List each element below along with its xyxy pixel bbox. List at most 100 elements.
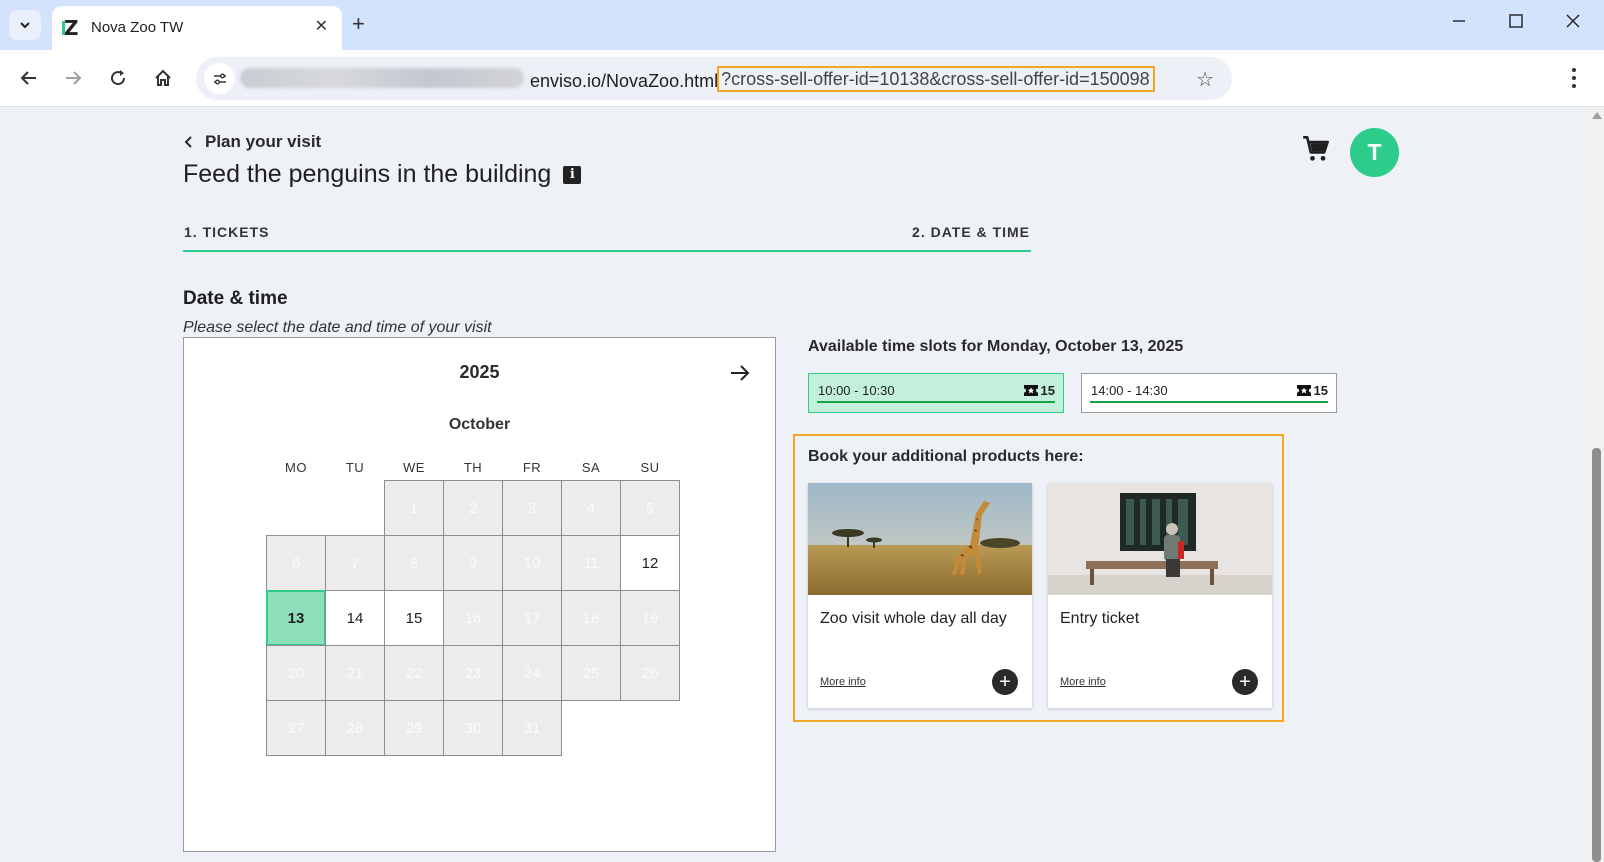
weekday-label: SU (640, 460, 660, 475)
tab-search-button[interactable] (9, 10, 41, 40)
weekday-label: MO (285, 460, 307, 475)
date-section-title: Date & time (183, 288, 288, 309)
zoo-logo-icon: Z (62, 17, 84, 39)
calendar-day-29: 29 (384, 700, 444, 756)
calendar-day-5: 5 (620, 480, 680, 536)
more-info-link[interactable]: More info (820, 676, 866, 688)
arrow-right-icon[interactable] (728, 361, 752, 390)
product-card-entry-ticket[interactable]: Entry ticket More info + (1048, 483, 1272, 708)
weekday-label: WE (403, 460, 425, 475)
calendar-day-25: 25 (561, 645, 621, 701)
calendar-month: October (448, 416, 511, 433)
browser-menu-icon[interactable] (1571, 67, 1577, 94)
calendar-day-10: 10 (502, 535, 562, 591)
more-info-link[interactable]: More info (1060, 676, 1106, 688)
calendar-day-22: 22 (384, 645, 444, 701)
browser-titlebar: Z Nova Zoo TW ✕ + (0, 0, 1604, 50)
calendar-day-2: 2 (443, 480, 503, 536)
back-to-plan-link[interactable]: Plan your visit (183, 132, 321, 152)
timeslot-1[interactable]: 10:00 - 10:30 15 (808, 373, 1064, 413)
page-scrollbar[interactable] (1589, 108, 1604, 862)
calendar-day-18: 18 (561, 590, 621, 646)
back-icon[interactable] (16, 65, 42, 91)
museum-visitor-photo (1048, 483, 1272, 595)
calendar-day-9: 9 (443, 535, 503, 591)
weekday-label: SA (581, 460, 601, 475)
calendar-day-27: 27 (266, 700, 326, 756)
calendar-day-15[interactable]: 15 (384, 590, 444, 646)
calendar-day-4: 4 (561, 480, 621, 536)
date-section-subtitle: Please select the date and time of your … (183, 319, 492, 336)
scroll-up-icon[interactable] (1592, 112, 1602, 119)
product-card-zoo-visit[interactable]: Zoo visit whole day all day More info + (808, 483, 1032, 708)
calendar-day-17: 17 (502, 590, 562, 646)
calendar-day-6: 6 (266, 535, 326, 591)
site-settings-icon[interactable] (204, 63, 235, 94)
maximize-icon[interactable] (1508, 13, 1524, 34)
ticket-icon (1023, 385, 1038, 396)
calendar-day-21: 21 (325, 645, 385, 701)
step-progress: 1. TICKETS 2. DATE & TIME (183, 222, 1031, 252)
timeslot-count: 15 (1313, 383, 1328, 398)
weekday-label: TU (345, 460, 365, 475)
calendar-day-31: 31 (502, 700, 562, 756)
calendar-day-19: 19 (620, 590, 680, 646)
timeslot-time: 14:00 - 14:30 (1091, 383, 1168, 398)
timeslot-availability-bar (817, 401, 1055, 403)
url-subdomain-blurred (240, 68, 524, 88)
plus-icon: + (1239, 671, 1251, 693)
forward-icon[interactable] (60, 65, 86, 91)
user-avatar[interactable]: T (1350, 128, 1399, 177)
calendar-day-11: 11 (561, 535, 621, 591)
step-date-time[interactable]: 2. DATE & TIME (912, 224, 1030, 240)
close-icon[interactable]: ✕ (315, 16, 328, 36)
add-product-button[interactable]: + (1232, 669, 1258, 695)
timeslot-2[interactable]: 14:00 - 14:30 15 (1081, 373, 1337, 413)
calendar-day-14[interactable]: 14 (325, 590, 385, 646)
plus-icon: + (999, 671, 1011, 693)
bookmark-star-icon[interactable]: ☆ (1196, 67, 1214, 92)
back-link-label: Plan your visit (205, 132, 322, 151)
calendar-day-28: 28 (325, 700, 385, 756)
home-icon[interactable] (150, 65, 176, 91)
page-title: Feed the penguins in the building i (183, 160, 582, 189)
calendar-day-1: 1 (384, 480, 444, 536)
weekday-label: FR (522, 460, 542, 475)
scroll-thumb[interactable] (1592, 448, 1601, 862)
reload-icon[interactable] (105, 65, 131, 91)
address-bar[interactable]: enviso.io/NovaZoo.html ?cross-sell-offer-… (196, 57, 1232, 100)
step-tickets[interactable]: 1. TICKETS (184, 224, 269, 240)
calendar-year: 2025 (459, 362, 500, 382)
new-tab-button[interactable]: + (352, 11, 365, 37)
calendar-day-20: 20 (266, 645, 326, 701)
calendar-day-16: 16 (443, 590, 503, 646)
cross-sell-heading: Book your additional products here: (808, 448, 1084, 465)
calendar-day-8: 8 (384, 535, 444, 591)
timeslot-availability-bar (1090, 401, 1328, 403)
ticket-icon (1296, 385, 1311, 396)
minimize-icon[interactable] (1451, 13, 1467, 34)
date-calendar: 2025 October MO TU WE TH FR SA SU 1 2 3 4 5 6 7 8 9 10 11… (183, 337, 776, 852)
url-query-highlight: ?cross-sell-offer-id=10138&cross-sell-of… (717, 66, 1155, 92)
add-product-button[interactable]: + (992, 669, 1018, 695)
calendar-day-12[interactable]: 12 (620, 535, 680, 591)
info-icon[interactable]: i (563, 165, 582, 184)
timeslot-time: 10:00 - 10:30 (818, 383, 895, 398)
timeslot-count: 15 (1040, 383, 1055, 398)
giraffe-savanna-photo (808, 483, 1032, 595)
window-close-icon[interactable] (1565, 13, 1581, 34)
product-name: Zoo visit whole day all day (820, 610, 1007, 627)
url-text: enviso.io/NovaZoo.html ?cross-sell-offer-… (530, 66, 1155, 94)
cart-icon[interactable] (1302, 135, 1330, 168)
chevron-down-icon (20, 22, 30, 29)
page-title-text: Feed the penguins in the building (183, 160, 552, 188)
calendar-day-7: 7 (325, 535, 385, 591)
calendar-day-30: 30 (443, 700, 503, 756)
browser-tab[interactable]: Z Nova Zoo TW ✕ (52, 6, 342, 50)
calendar-day-13[interactable]: 13 (266, 590, 326, 646)
calendar-day-24: 24 (502, 645, 562, 701)
timeslots-heading: Available time slots for Monday, October… (808, 338, 1184, 355)
calendar-day-23: 23 (443, 645, 503, 701)
browser-toolbar: enviso.io/NovaZoo.html ?cross-sell-offer-… (0, 50, 1604, 107)
weekday-label: TH (463, 460, 483, 475)
